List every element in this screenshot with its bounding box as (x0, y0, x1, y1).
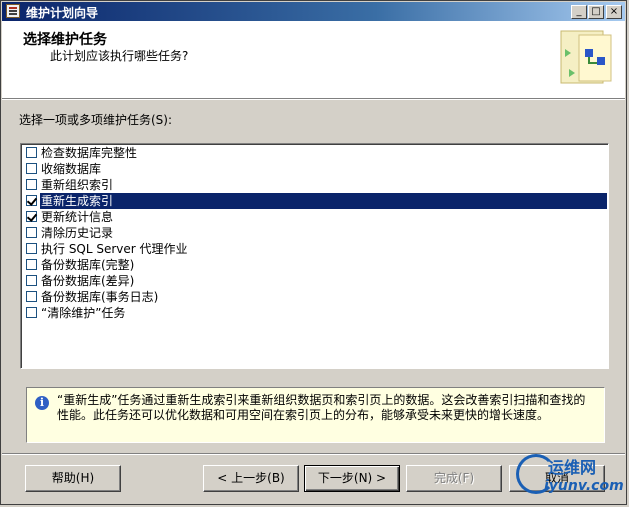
task-list-item[interactable]: 重新生成索引 (22, 193, 607, 209)
task-description-panel: i “重新生成”任务通过重新生成索引来重新组织数据页和索引页上的数据。这会改善索… (26, 387, 605, 443)
info-icon: i (35, 396, 49, 410)
task-checkbox[interactable] (26, 291, 37, 302)
task-checkbox[interactable] (26, 259, 37, 270)
task-list-item[interactable]: 检查数据库完整性 (22, 145, 607, 161)
minimize-button[interactable]: _ (571, 5, 587, 19)
task-label: “清除维护”任务 (41, 306, 126, 320)
watermark-url: iyunv.com (544, 478, 624, 494)
page-subtitle: 此计划应该执行哪些任务? (50, 49, 189, 63)
wizard-header: 选择维护任务 此计划应该执行哪些任务? (2, 21, 625, 99)
task-list-item[interactable]: 备份数据库(事务日志) (22, 289, 607, 305)
close-button[interactable]: × (606, 5, 622, 19)
app-icon (6, 4, 20, 18)
task-checkbox[interactable] (26, 195, 37, 206)
task-list-item[interactable]: 重新组织索引 (22, 177, 607, 193)
task-checkbox[interactable] (26, 179, 37, 190)
task-label: 执行 SQL Server 代理作业 (41, 242, 188, 256)
task-label: 重新组织索引 (41, 178, 114, 192)
site-watermark: 运维网 iyunv.com (514, 450, 624, 502)
task-checkbox[interactable] (26, 243, 37, 254)
task-list-item[interactable]: 收缩数据库 (22, 161, 607, 177)
task-label: 备份数据库(事务日志) (41, 290, 159, 304)
finish-button[interactable]: 完成(F) (406, 465, 502, 492)
maintenance-wizard-icon (560, 30, 612, 84)
maximize-button[interactable]: □ (588, 5, 604, 19)
task-label: 清除历史记录 (41, 226, 114, 240)
task-list-item[interactable]: 清除历史记录 (22, 225, 607, 241)
header-divider (2, 99, 625, 100)
task-label: 重新生成索引 (40, 193, 607, 209)
task-list-item[interactable]: 更新统计信息 (22, 209, 607, 225)
back-button[interactable]: < 上一步(B) (203, 465, 299, 492)
page-title: 选择维护任务 (23, 32, 107, 48)
wizard-window: 维护计划向导 _ □ × 选择维护任务 此计划应该执行哪些任务? 选择一项或多项… (0, 0, 627, 505)
next-button[interactable]: 下一步(N) > (304, 465, 400, 492)
task-list-item[interactable]: 备份数据库(完整) (22, 257, 607, 273)
task-description-text: “重新生成”任务通过重新生成索引来重新组织数据页和索引页上的数据。这会改善索引扫… (57, 393, 586, 422)
task-label: 检查数据库完整性 (41, 146, 138, 160)
help-button[interactable]: 帮助(H) (25, 465, 121, 492)
task-list-item[interactable]: 执行 SQL Server 代理作业 (22, 241, 607, 257)
task-checkbox[interactable] (26, 275, 37, 286)
task-checkbox[interactable] (26, 227, 37, 238)
task-label: 备份数据库(完整) (41, 258, 135, 272)
task-label: 备份数据库(差异) (41, 274, 135, 288)
task-checkbox[interactable] (26, 163, 37, 174)
task-checkbox[interactable] (26, 147, 37, 158)
task-list-item[interactable]: “清除维护”任务 (22, 305, 607, 321)
tasks-listbox[interactable]: 检查数据库完整性 收缩数据库重新组织索引 重新生成索引 更新统计信息 清除历史记录执行 … (20, 143, 609, 369)
title-bar[interactable]: 维护计划向导 _ □ × (2, 2, 625, 21)
task-list-item[interactable]: 备份数据库(差异) (22, 273, 607, 289)
task-label: 收缩数据库 (41, 162, 102, 176)
task-checkbox[interactable] (26, 307, 37, 318)
window-title: 维护计划向导 (26, 6, 99, 20)
watermark-name: 运维网 (548, 458, 597, 477)
tasks-list-label: 选择一项或多项维护任务(S): (19, 113, 173, 127)
task-label: 更新统计信息 (41, 210, 114, 224)
task-checkbox[interactable] (26, 211, 37, 222)
